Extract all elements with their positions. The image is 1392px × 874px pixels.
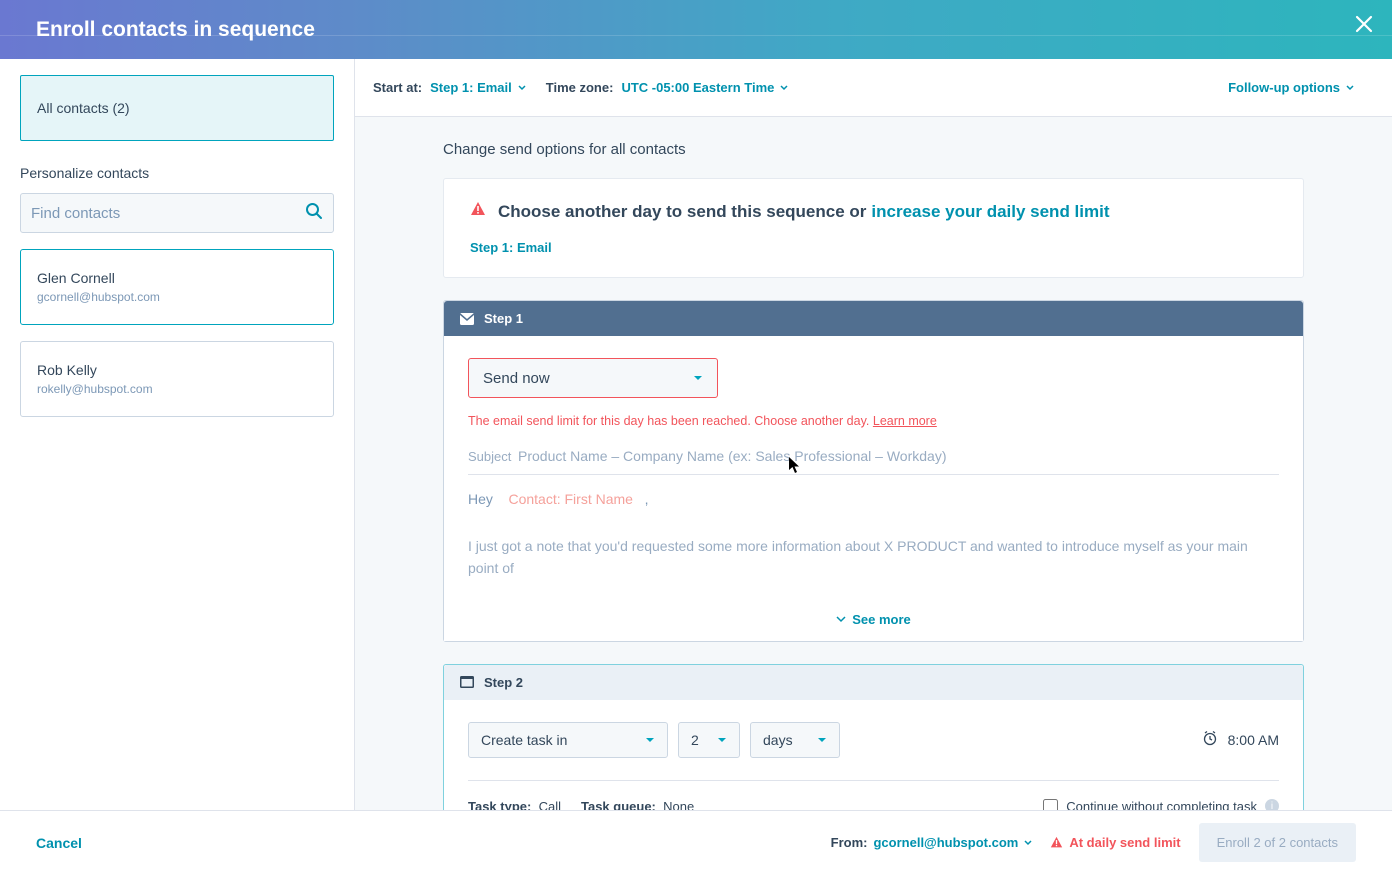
personalize-label: Personalize contacts [20, 165, 334, 181]
chevron-down-icon [518, 84, 526, 92]
warning-step-link[interactable]: Step 1: Email [470, 240, 1277, 255]
modal-header: Enroll contacts in sequence [0, 0, 1392, 59]
warning-icon [470, 201, 486, 222]
task-type-value: Call [539, 799, 561, 810]
search-wrap [20, 193, 334, 233]
continue-label: Continue without completing task [1066, 799, 1257, 810]
contact-name: Rob Kelly [37, 362, 317, 378]
page-title: Enroll contacts in sequence [36, 18, 315, 42]
warning-card: Choose another day to send this sequence… [443, 178, 1304, 278]
see-more-toggle[interactable]: See more [444, 602, 1303, 641]
daily-limit-warning: At daily send limit [1050, 835, 1180, 850]
timezone-dropdown[interactable]: UTC -05:00 Eastern Time [621, 80, 788, 95]
contact-name: Glen Cornell [37, 270, 317, 286]
start-at-label: Start at: [373, 80, 422, 95]
followup-options-dropdown[interactable]: Follow-up options [1228, 80, 1354, 95]
main-area: Start at: Step 1: Email Time zone: UTC -… [355, 59, 1392, 810]
contact-email: rokelly@hubspot.com [37, 382, 317, 396]
enroll-button[interactable]: Enroll 2 of 2 contacts [1199, 823, 1356, 862]
subject-input[interactable]: Product Name – Company Name (ex: Sales P… [518, 448, 1279, 464]
task-type-label: Task type: [468, 799, 531, 810]
step-1-label: Step 1 [484, 311, 523, 326]
step-2-label: Step 2 [484, 675, 523, 690]
start-at-dropdown[interactable]: Step 1: Email [430, 80, 526, 95]
chevron-down-icon [645, 735, 655, 745]
toolbar: Start at: Step 1: Email Time zone: UTC -… [355, 59, 1392, 117]
create-task-select[interactable]: Create task in [468, 722, 668, 758]
info-icon[interactable]: i [1265, 799, 1279, 810]
task-queue-value: None [663, 799, 694, 810]
subject-label: Subject [468, 449, 518, 464]
learn-more-link[interactable]: Learn more [873, 414, 937, 428]
timezone-label: Time zone: [546, 80, 614, 95]
send-time-select[interactable]: Send now [468, 358, 718, 398]
step-2-header: Step 2 [444, 665, 1303, 700]
send-time-value: Send now [483, 370, 550, 387]
delay-number-select[interactable]: 2 [678, 722, 740, 758]
cancel-button[interactable]: Cancel [36, 835, 82, 851]
close-icon[interactable] [1354, 14, 1374, 39]
search-icon[interactable] [305, 202, 323, 225]
chevron-down-icon [780, 84, 788, 92]
send-options-heading: Change send options for all contacts [443, 141, 1304, 158]
contact-card-0[interactable]: Glen Cornell gcornell@hubspot.com [20, 249, 334, 325]
task-time[interactable]: 8:00 AM [1228, 732, 1279, 748]
search-input[interactable] [31, 205, 305, 222]
all-contacts-label: All contacts (2) [37, 100, 130, 116]
first-name-token[interactable]: Contact: First Name [508, 491, 632, 507]
step-1-header: Step 1 [444, 301, 1303, 336]
from-label: From: [831, 835, 868, 850]
contact-card-1[interactable]: Rob Kelly rokelly@hubspot.com [20, 341, 334, 417]
content-scroll[interactable]: Change send options for all contacts Cho… [355, 117, 1392, 810]
warning-text: Choose another day to send this sequence… [498, 202, 866, 222]
body-greeting: Hey [468, 491, 493, 507]
increase-limit-link[interactable]: increase your daily send limit [871, 202, 1109, 222]
chevron-down-icon [717, 735, 727, 745]
body-paragraph: I just got a note that you'd requested s… [468, 535, 1279, 580]
alarm-icon [1202, 730, 1218, 749]
task-queue-label: Task queue: [581, 799, 656, 810]
send-limit-error: The email send limit for this day has be… [468, 414, 1279, 428]
chevron-down-icon [836, 614, 846, 624]
chevron-down-icon [817, 735, 827, 745]
footer-bar: Cancel From: gcornell@hubspot.com At dai… [0, 810, 1392, 874]
chevron-down-icon [1024, 839, 1032, 847]
from-dropdown[interactable]: gcornell@hubspot.com [873, 835, 1032, 850]
sidebar: All contacts (2) Personalize contacts Gl… [0, 59, 355, 810]
continue-checkbox[interactable] [1043, 799, 1058, 810]
chevron-down-icon [1346, 84, 1354, 92]
chevron-down-icon [693, 373, 703, 383]
email-icon [460, 313, 474, 325]
all-contacts-tab[interactable]: All contacts (2) [20, 75, 334, 141]
delay-unit-select[interactable]: days [750, 722, 840, 758]
step-2-card: Step 2 Create task in 2 days [443, 664, 1304, 810]
contact-email: gcornell@hubspot.com [37, 290, 317, 304]
email-body-editor[interactable]: Hey Contact: First Name , I just got a n… [468, 475, 1279, 580]
warning-icon [1050, 836, 1063, 849]
step-1-card: Step 1 Send now The email send limit for… [443, 300, 1304, 642]
window-icon [460, 676, 474, 688]
